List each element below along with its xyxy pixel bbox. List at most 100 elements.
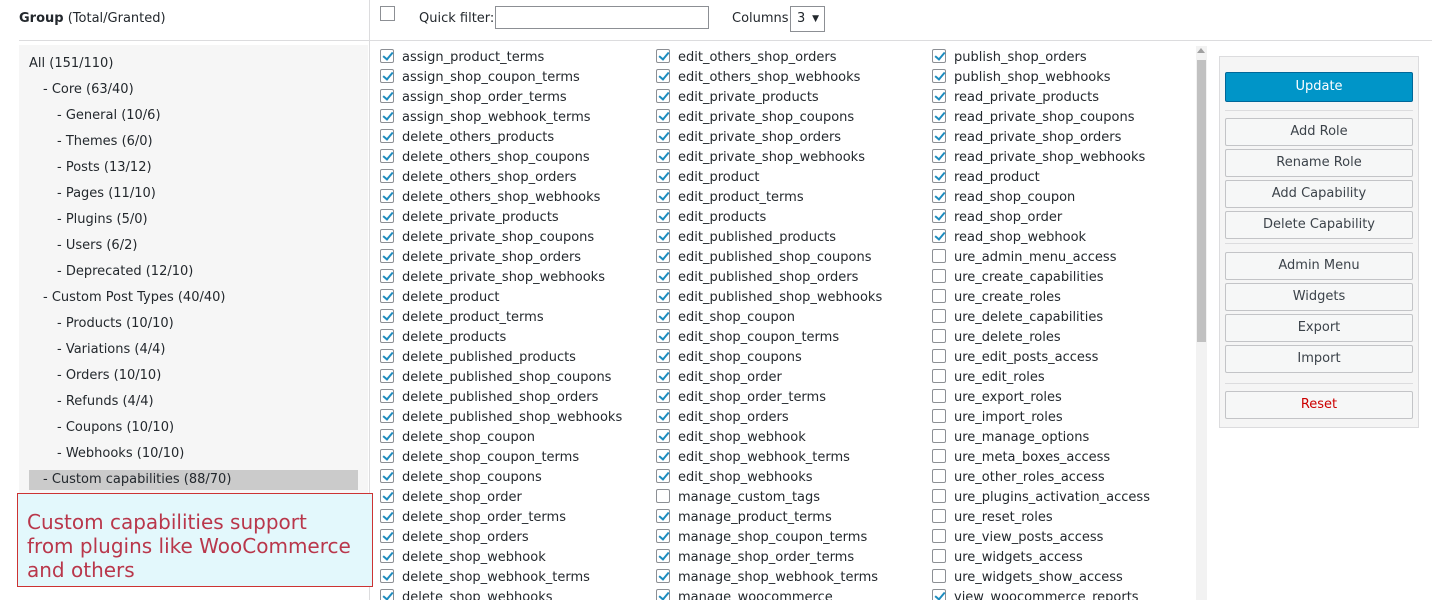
capability-checkbox[interactable] — [656, 289, 670, 303]
capability-label[interactable]: edit_private_products — [678, 89, 819, 107]
export-button[interactable]: Export — [1225, 314, 1413, 342]
import-button[interactable]: Import — [1225, 345, 1413, 373]
capability-checkbox[interactable] — [656, 89, 670, 103]
capability-checkbox[interactable] — [380, 109, 394, 123]
capability-checkbox[interactable] — [656, 349, 670, 363]
capability-label[interactable]: edit_shop_coupon_terms — [678, 329, 839, 347]
capability-label[interactable]: manage_shop_webhook_terms — [678, 569, 878, 587]
capability-label[interactable]: ure_admin_menu_access — [954, 249, 1116, 267]
capability-label[interactable]: ure_plugins_activation_access — [954, 489, 1150, 507]
capability-checkbox[interactable] — [380, 449, 394, 463]
capability-label[interactable]: ure_view_posts_access — [954, 529, 1103, 547]
capability-checkbox[interactable] — [380, 489, 394, 503]
capability-label[interactable]: manage_product_terms — [678, 509, 832, 527]
capability-label[interactable]: ure_widgets_show_access — [954, 569, 1123, 587]
capability-checkbox[interactable] — [656, 369, 670, 383]
capability-label[interactable]: ure_delete_roles — [954, 329, 1061, 347]
capability-label[interactable]: delete_others_shop_webhooks — [402, 189, 600, 207]
capability-label[interactable]: delete_published_shop_webhooks — [402, 409, 622, 427]
capability-label[interactable]: edit_products — [678, 209, 766, 227]
capability-label[interactable]: delete_others_products — [402, 129, 554, 147]
capability-checkbox[interactable] — [380, 549, 394, 563]
capability-label[interactable]: ure_delete_capabilities — [954, 309, 1103, 327]
capability-checkbox[interactable] — [932, 149, 946, 163]
capability-checkbox[interactable] — [656, 429, 670, 443]
capability-checkbox[interactable] — [656, 529, 670, 543]
capability-label[interactable]: edit_shop_order — [678, 369, 782, 387]
capability-checkbox[interactable] — [656, 169, 670, 183]
capability-checkbox[interactable] — [380, 209, 394, 223]
capability-checkbox[interactable] — [656, 229, 670, 243]
capability-label[interactable]: delete_shop_order_terms — [402, 509, 566, 527]
capability-checkbox[interactable] — [932, 509, 946, 523]
capability-label[interactable]: read_private_shop_orders — [954, 129, 1121, 147]
capability-label[interactable]: read_private_products — [954, 89, 1099, 107]
capability-checkbox[interactable] — [656, 69, 670, 83]
capability-label[interactable]: publish_shop_orders — [954, 49, 1087, 67]
update-button[interactable]: Update — [1225, 72, 1413, 102]
capability-checkbox[interactable] — [932, 269, 946, 283]
capability-label[interactable]: view_woocommerce_reports — [954, 589, 1139, 600]
capability-label[interactable]: ure_edit_posts_access — [954, 349, 1098, 367]
capability-checkbox[interactable] — [932, 109, 946, 123]
capability-label[interactable]: edit_product — [678, 169, 759, 187]
capability-checkbox[interactable] — [656, 509, 670, 523]
capability-label[interactable]: ure_edit_roles — [954, 369, 1045, 387]
capability-checkbox[interactable] — [932, 349, 946, 363]
capability-checkbox[interactable] — [656, 209, 670, 223]
capability-checkbox[interactable] — [380, 49, 394, 63]
capability-label[interactable]: delete_shop_coupon — [402, 429, 535, 447]
group-item[interactable]: - Themes (6/0) — [29, 132, 153, 152]
capability-checkbox[interactable] — [656, 149, 670, 163]
capability-label[interactable]: read_shop_coupon — [954, 189, 1075, 207]
select-all-checkbox[interactable] — [380, 6, 395, 21]
capability-checkbox[interactable] — [380, 349, 394, 363]
capability-label[interactable]: publish_shop_webhooks — [954, 69, 1111, 87]
columns-select[interactable]: 3 ▼ — [790, 6, 825, 32]
group-item[interactable]: - Coupons (10/10) — [29, 418, 174, 438]
group-item[interactable]: - Core (63/40) — [29, 80, 134, 100]
capability-checkbox[interactable] — [656, 469, 670, 483]
capability-label[interactable]: manage_shop_order_terms — [678, 549, 854, 567]
capability-label[interactable]: delete_others_shop_coupons — [402, 149, 590, 167]
capability-checkbox[interactable] — [656, 409, 670, 423]
rename-role-button[interactable]: Rename Role — [1225, 149, 1413, 177]
capability-checkbox[interactable] — [932, 69, 946, 83]
capability-label[interactable]: delete_shop_webhooks — [402, 589, 553, 600]
capability-label[interactable]: edit_others_shop_orders — [678, 49, 837, 67]
capability-checkbox[interactable] — [380, 529, 394, 543]
group-item[interactable]: - Custom capabilities (88/70) — [29, 470, 358, 490]
capability-label[interactable]: edit_shop_coupon — [678, 309, 795, 327]
capability-label[interactable]: delete_product — [402, 289, 499, 307]
capability-checkbox[interactable] — [380, 149, 394, 163]
capability-checkbox[interactable] — [656, 389, 670, 403]
capability-checkbox[interactable] — [932, 429, 946, 443]
capability-label[interactable]: ure_export_roles — [954, 389, 1062, 407]
capability-checkbox[interactable] — [380, 329, 394, 343]
capability-label[interactable]: edit_private_shop_orders — [678, 129, 841, 147]
capability-label[interactable]: delete_private_shop_webhooks — [402, 269, 605, 287]
capability-checkbox[interactable] — [932, 289, 946, 303]
reset-button[interactable]: Reset — [1225, 391, 1413, 419]
capability-label[interactable]: read_shop_order — [954, 209, 1062, 227]
capability-checkbox[interactable] — [932, 89, 946, 103]
capability-label[interactable]: assign_shop_webhook_terms — [402, 109, 591, 127]
capability-checkbox[interactable] — [380, 569, 394, 583]
capability-checkbox[interactable] — [932, 549, 946, 563]
capability-checkbox[interactable] — [932, 529, 946, 543]
capability-checkbox[interactable] — [932, 169, 946, 183]
group-item[interactable]: - Pages (11/10) — [29, 184, 156, 204]
capability-label[interactable]: delete_others_shop_orders — [402, 169, 577, 187]
capability-label[interactable]: delete_shop_webhook_terms — [402, 569, 590, 587]
capability-label[interactable]: ure_manage_options — [954, 429, 1089, 447]
capability-checkbox[interactable] — [380, 169, 394, 183]
capability-checkbox[interactable] — [932, 209, 946, 223]
capability-label[interactable]: edit_private_shop_coupons — [678, 109, 854, 127]
capability-checkbox[interactable] — [380, 429, 394, 443]
capability-label[interactable]: edit_private_shop_webhooks — [678, 149, 865, 167]
capability-checkbox[interactable] — [932, 449, 946, 463]
add-capability-button[interactable]: Add Capability — [1225, 180, 1413, 208]
capability-checkbox[interactable] — [932, 249, 946, 263]
capability-checkbox[interactable] — [656, 269, 670, 283]
capability-label[interactable]: delete_private_shop_coupons — [402, 229, 594, 247]
